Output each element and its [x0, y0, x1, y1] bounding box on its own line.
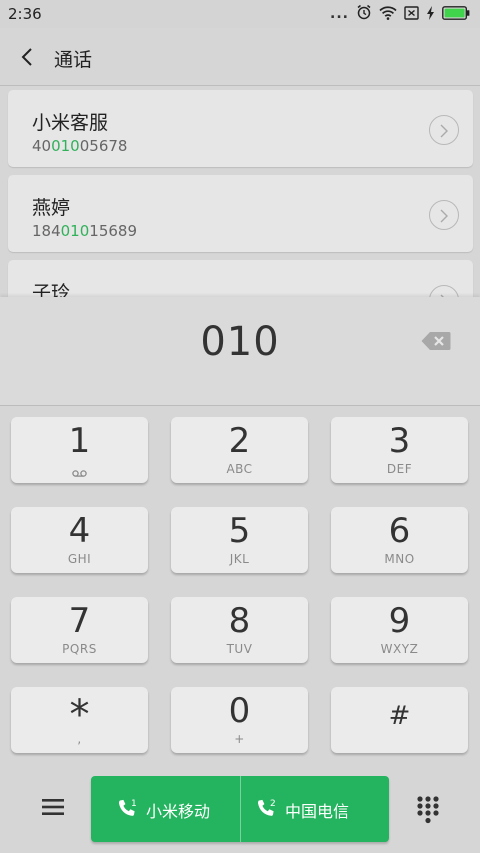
contact-detail-button[interactable]	[429, 200, 459, 230]
contact-name: 小米客服	[32, 112, 109, 134]
charging-icon	[426, 5, 435, 24]
key-letters: ,	[77, 732, 82, 746]
key-letters: TUV	[226, 642, 253, 656]
number-suffix: 05678	[79, 137, 128, 155]
key-letters: PQRS	[62, 642, 97, 656]
contact-detail-button[interactable]	[429, 115, 459, 145]
wifi-icon	[379, 5, 397, 24]
key-hash[interactable]: #	[331, 687, 468, 753]
contact-results: 小米客服 4001005678 燕婷 18401015689 子玲	[0, 86, 480, 297]
contact-name: 子玲	[32, 282, 71, 297]
dialpad-icon[interactable]	[417, 796, 439, 824]
key-digit: #	[388, 701, 411, 731]
key-6[interactable]: 6 MNO	[331, 507, 468, 573]
status-time: 2:36	[8, 5, 42, 23]
call-sim2-button[interactable]: 2 中国电信	[240, 776, 389, 842]
header: 通话	[0, 28, 480, 86]
dial-input-area: 010	[0, 297, 480, 406]
contact-number: 18401015689	[32, 222, 137, 240]
contact-card[interactable]: 燕婷 18401015689	[8, 175, 473, 252]
contact-card[interactable]: 子玲	[8, 260, 473, 297]
key-5[interactable]: 5 JKL	[171, 507, 308, 573]
key-letters: GHI	[67, 552, 92, 566]
keypad: 1 2 ABC 3 DEF 4 GHI 5 JKL 6 MNO 7 PQRS 8…	[0, 406, 480, 766]
key-digit: *	[69, 692, 90, 738]
key-digit: 6	[388, 511, 411, 551]
battery-icon	[442, 5, 470, 24]
contact-name: 燕婷	[32, 197, 71, 219]
backspace-icon[interactable]	[421, 331, 451, 351]
phone-icon: 1	[117, 798, 139, 820]
number-match: 010	[60, 222, 90, 240]
page-title: 通话	[54, 49, 93, 71]
key-3[interactable]: 3 DEF	[331, 417, 468, 483]
number-prefix: 40	[32, 137, 52, 155]
key-digit: 7	[68, 601, 91, 641]
sim-slot-number: 2	[270, 799, 276, 809]
key-digit: 8	[228, 601, 251, 641]
key-digit: 4	[68, 511, 91, 551]
back-icon[interactable]	[16, 44, 40, 70]
key-digit: 5	[228, 511, 251, 551]
phone-icon: 2	[256, 798, 278, 820]
key-4[interactable]: 4 GHI	[11, 507, 148, 573]
key-digit: 3	[388, 421, 411, 461]
key-digit: 2	[228, 421, 251, 461]
dialed-number: 010	[200, 319, 280, 365]
sim-slot-number: 1	[131, 799, 137, 809]
number-match: 010	[51, 137, 80, 155]
key-letters: DEF	[386, 462, 413, 476]
number-suffix: 15689	[89, 222, 137, 240]
number-prefix: 184	[32, 222, 61, 240]
contact-card[interactable]: 小米客服 4001005678	[8, 90, 473, 167]
key-8[interactable]: 8 TUV	[171, 597, 308, 663]
key-letters: ABC	[226, 462, 253, 476]
alarm-icon	[356, 4, 372, 24]
key-digit: 9	[388, 601, 411, 641]
key-letters: +	[234, 732, 245, 746]
voicemail-icon	[72, 463, 87, 477]
key-star[interactable]: * ,	[11, 687, 148, 753]
sim1-carrier-label: 小米移动	[146, 802, 211, 821]
chevron-right-icon	[440, 209, 448, 223]
key-0[interactable]: 0 +	[171, 687, 308, 753]
status-bar: 2:36 ...	[0, 0, 480, 28]
key-letters: MNO	[384, 552, 415, 566]
bottom-bar: 1 小米移动 2 中国电信	[0, 766, 480, 853]
call-sim1-button[interactable]: 1 小米移动	[91, 776, 240, 842]
key-letters: JKL	[229, 552, 250, 566]
key-digit: 0	[228, 691, 251, 731]
status-icons: ...	[330, 4, 470, 24]
key-digit: 1	[68, 421, 91, 461]
key-2[interactable]: 2 ABC	[171, 417, 308, 483]
contact-number: 4001005678	[32, 137, 127, 155]
signal-dots-icon: ...	[330, 6, 349, 22]
chevron-right-icon	[440, 124, 448, 138]
sim2-carrier-label: 中国电信	[285, 802, 350, 821]
no-sim-icon	[404, 5, 419, 24]
call-buttons: 1 小米移动 2 中国电信	[91, 776, 389, 842]
menu-icon[interactable]	[42, 798, 64, 816]
key-7[interactable]: 7 PQRS	[11, 597, 148, 663]
contact-detail-button[interactable]	[429, 285, 459, 297]
key-1[interactable]: 1	[11, 417, 148, 483]
key-letters: WXYZ	[380, 642, 419, 656]
key-9[interactable]: 9 WXYZ	[331, 597, 468, 663]
